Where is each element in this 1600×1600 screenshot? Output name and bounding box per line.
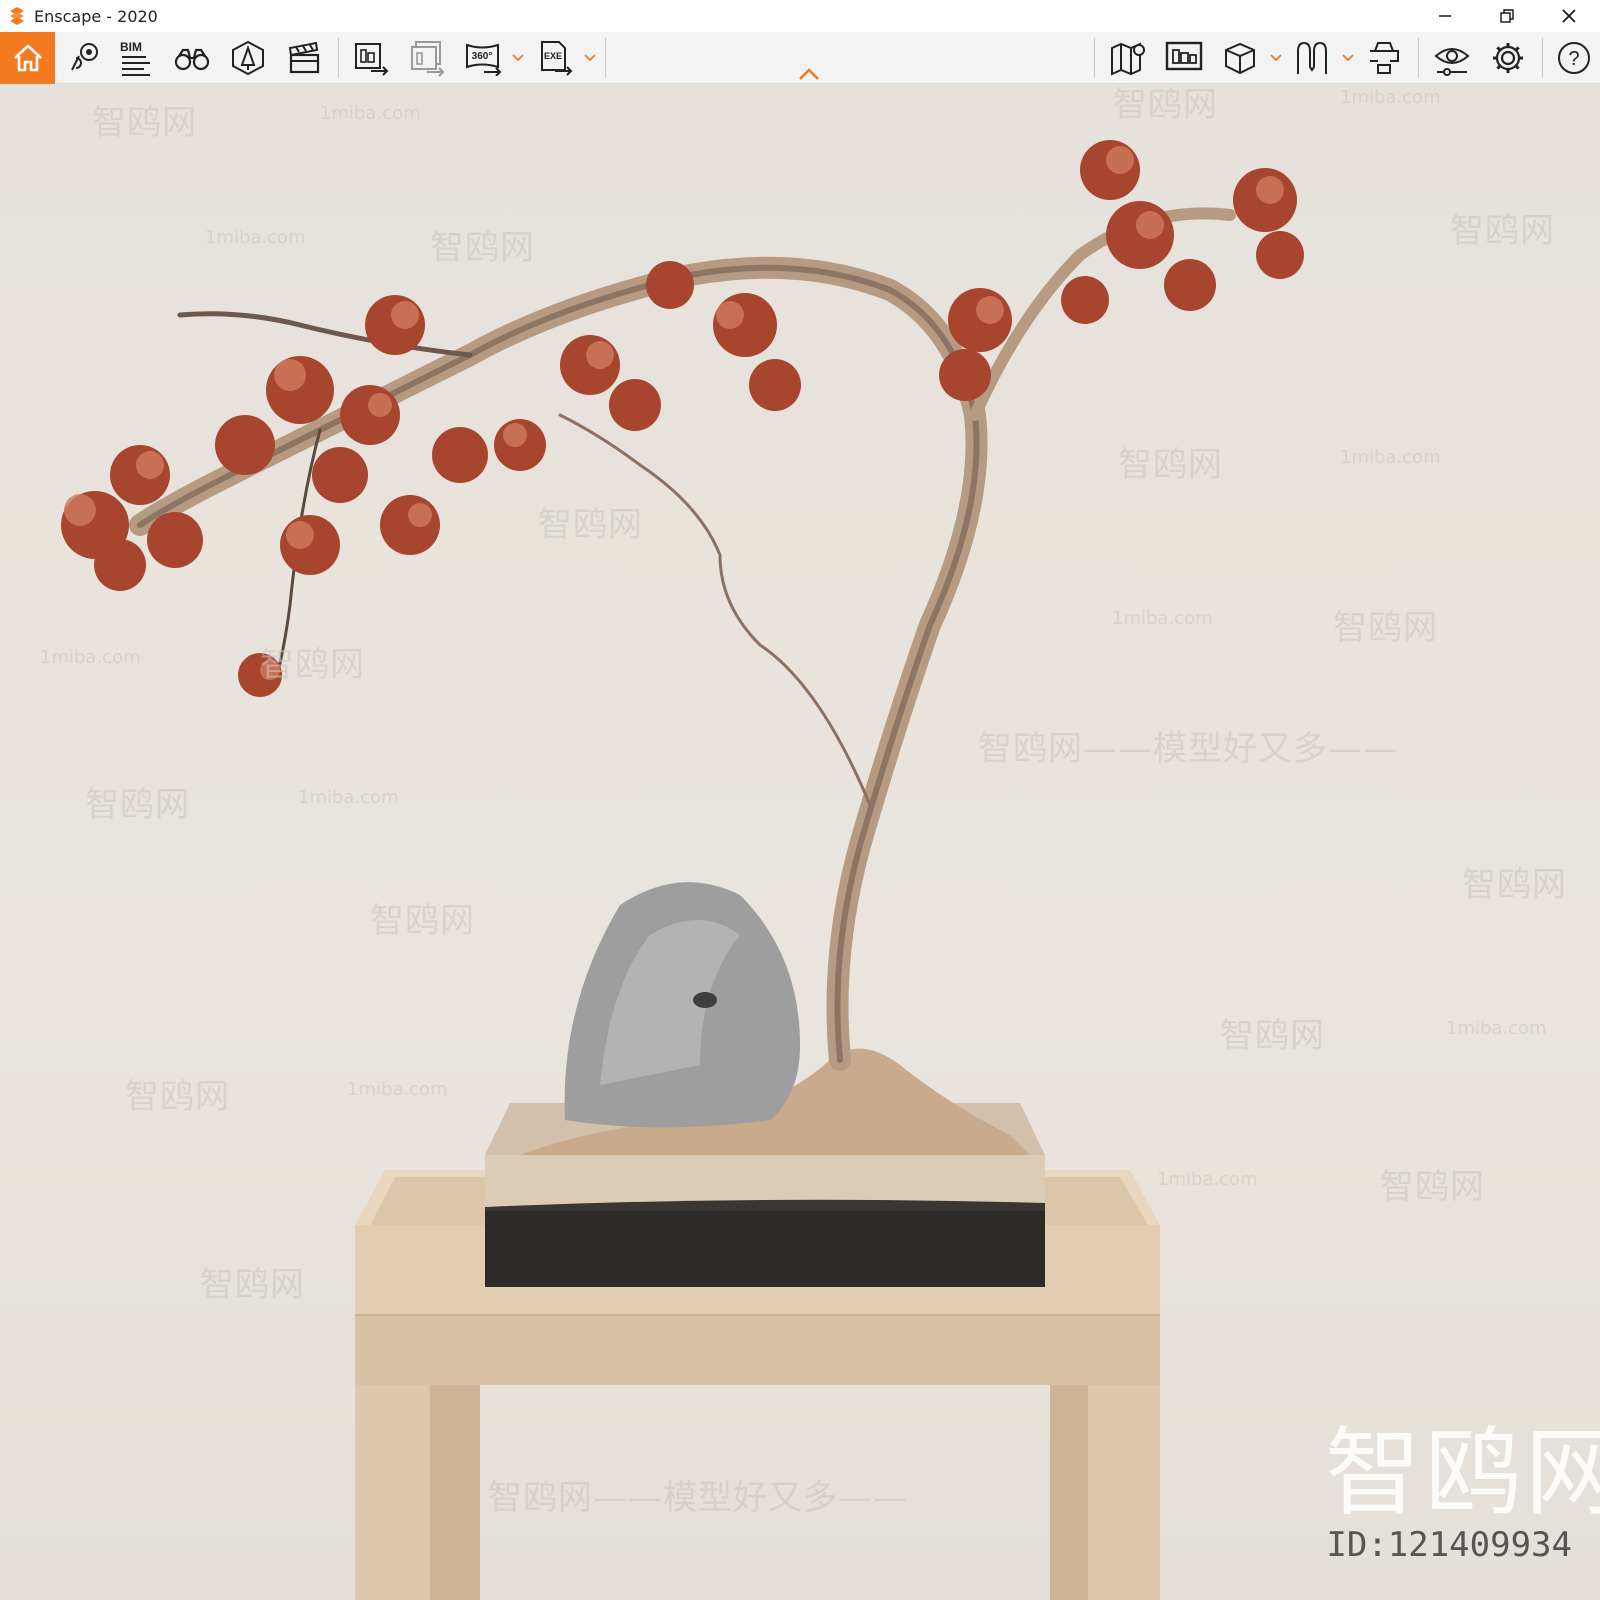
watermark-site: 1miba.com [1340,447,1441,468]
watermark-brand: 智鸥网 [1462,865,1567,905]
settings-button[interactable] [1486,32,1530,84]
collapse-toolbar-button[interactable] [798,66,820,85]
render-icon [355,43,389,76]
window-title: Enscape - 2020 [34,6,158,26]
restore-button[interactable] [1476,0,1538,32]
screenshot-button[interactable] [1162,32,1206,84]
watermark-brand: 智鸥网 [85,785,190,825]
enscape-logo-icon [10,7,24,25]
eye-icon [1434,48,1470,76]
watermark-brand-dash: 智鸥网——模型好又多—— [978,729,1398,769]
watermark-brand: 智鸥网 [1113,85,1218,125]
home-icon [13,44,42,72]
screen-icon [1165,41,1203,71]
close-button[interactable] [1538,0,1600,32]
clapper-icon [288,41,320,74]
watermark-site: 1miba.com [1157,1169,1258,1190]
assets-button[interactable] [226,32,270,84]
watermark-brand: 智鸥网 [92,103,197,143]
panorama-label: 360° [472,51,493,62]
binoculars-icon [174,48,210,71]
chevron-down-icon [512,54,524,62]
render-viewport[interactable]: 1miba.com 1miba.com 1miba.com 1miba.com … [0,85,1600,1600]
render-image-button[interactable] [350,32,394,84]
panorama-button[interactable]: 360° [462,32,506,84]
chevron-down-icon [1270,54,1282,62]
help-icon: ? [1558,42,1590,74]
material-editor-button[interactable] [1218,32,1262,84]
watermark-brand: 智鸥网 [538,505,643,545]
minimize-icon [1439,15,1451,17]
toolbar-separator [605,38,606,78]
title-bar: Enscape - 2020 [0,0,1600,32]
material-dropdown[interactable] [1270,32,1282,84]
watermark-brand: 智鸥网 [125,1077,230,1117]
watermark-site: 1miba.com [40,647,141,668]
upload-icon [1370,42,1399,74]
visual-settings-button[interactable] [1430,32,1474,84]
bim-label: BIM [120,40,142,54]
watermark-brand: 智鸥网 [1380,1167,1485,1207]
watermark-id: ID:121409934 [1326,1525,1572,1565]
panorama-icon: 360° [466,43,502,76]
help-button[interactable]: ? [1552,32,1596,84]
watermark-site: 1miba.com [205,227,306,248]
map-icon [1111,42,1145,76]
panorama-dropdown[interactable] [512,32,524,84]
toolbar-separator [1094,38,1095,78]
exe-icon: EXE [541,41,573,76]
map-button[interactable] [1106,32,1150,84]
vr-button[interactable] [1290,32,1334,84]
watermark-site: 1miba.com [347,1079,448,1100]
watermark-big-brand: 智鸥网 [1325,1417,1600,1529]
watermark-brand: 智鸥网 [1118,445,1223,485]
enscape-window: Enscape - 2020 BIM 360° EXE ? 1miba.com … [0,0,1600,1600]
batch-render-icon [411,41,445,77]
help-label: ? [1568,48,1579,70]
watermark-brand: 智鸥网 [200,1265,305,1305]
views-button[interactable] [170,32,214,84]
export-dropdown[interactable] [584,32,596,84]
watermark-site: 1miba.com [1446,1018,1547,1039]
toolbar-separator [1542,38,1543,78]
video-editor-button[interactable] [282,32,326,84]
bim-icon [122,56,150,76]
home-button[interactable] [0,32,55,84]
toolbar-separator [1418,38,1419,78]
watermark-brand: 智鸥网 [1450,211,1555,251]
watermark-brand: 智鸥网 [430,228,535,268]
vr-dropdown[interactable] [1342,32,1354,84]
close-icon [1562,9,1576,23]
watermark-site: 1miba.com [1340,87,1441,108]
watermark-brand: 智鸥网 [1220,1016,1325,1056]
minimize-button[interactable] [1414,0,1476,32]
location-pins-button[interactable] [62,32,106,84]
cube-icon [1225,42,1255,75]
watermark-brand: 智鸥网 [1333,608,1438,648]
chevron-down-icon [584,54,596,62]
restore-icon [1500,9,1514,23]
vr-icon [1297,41,1327,74]
bonsai-scene [61,140,1304,1600]
export-exe-button[interactable]: EXE [534,32,578,84]
pin-icon [71,43,98,71]
asset-icon [232,40,264,76]
watermark-brand: 智鸥网 [260,645,365,685]
watermark-brand-dash: 智鸥网——模型好又多—— [488,1478,908,1518]
watermark-site: 1miba.com [298,787,399,808]
chevron-down-icon [1342,54,1354,62]
gear-icon [1493,43,1523,73]
watermark-site: 1miba.com [320,103,421,124]
exe-label: EXE [544,51,562,61]
bim-button[interactable]: BIM [114,32,158,84]
watermark-site: 1miba.com [1112,608,1213,629]
upload-button[interactable] [1362,32,1406,84]
toolbar-separator [338,38,339,78]
watermark-brand: 智鸥网 [370,901,475,941]
enscape-toolbar: BIM 360° EXE ? [0,32,1600,84]
chevron-up-icon [799,68,819,80]
batch-render-button[interactable] [406,32,450,84]
